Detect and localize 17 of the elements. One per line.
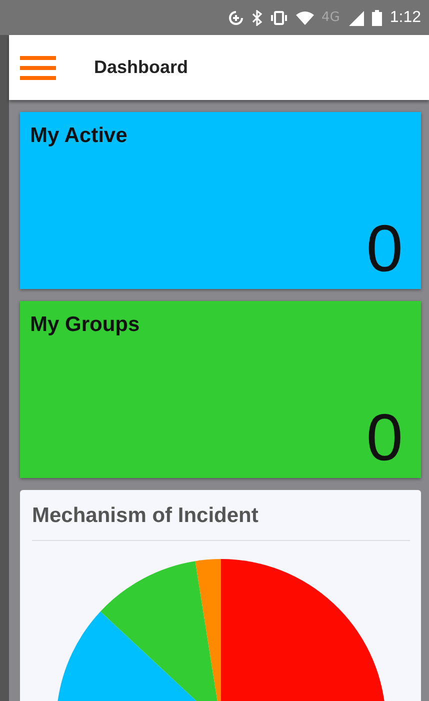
battery-icon (372, 10, 382, 26)
clock-time: 1:12 (390, 8, 421, 26)
menu-icon (20, 54, 56, 80)
page-title: Dashboard (94, 57, 188, 78)
card-title: My Groups (30, 313, 140, 337)
card-title: My Active (30, 124, 128, 148)
menu-button[interactable] (19, 54, 57, 82)
vibrate-icon (270, 10, 288, 26)
bluetooth-icon (252, 10, 262, 26)
panel-title: Mechanism of Incident (32, 504, 260, 529)
data-saver-icon (228, 10, 244, 26)
card-count: 0 (366, 215, 403, 281)
stat-card[interactable]: My Active 0 (20, 112, 421, 289)
stat-card[interactable]: My Groups 0 (20, 301, 421, 478)
wifi-icon (296, 10, 314, 24)
signal-icon (348, 10, 364, 26)
card-count: 0 (366, 404, 403, 470)
